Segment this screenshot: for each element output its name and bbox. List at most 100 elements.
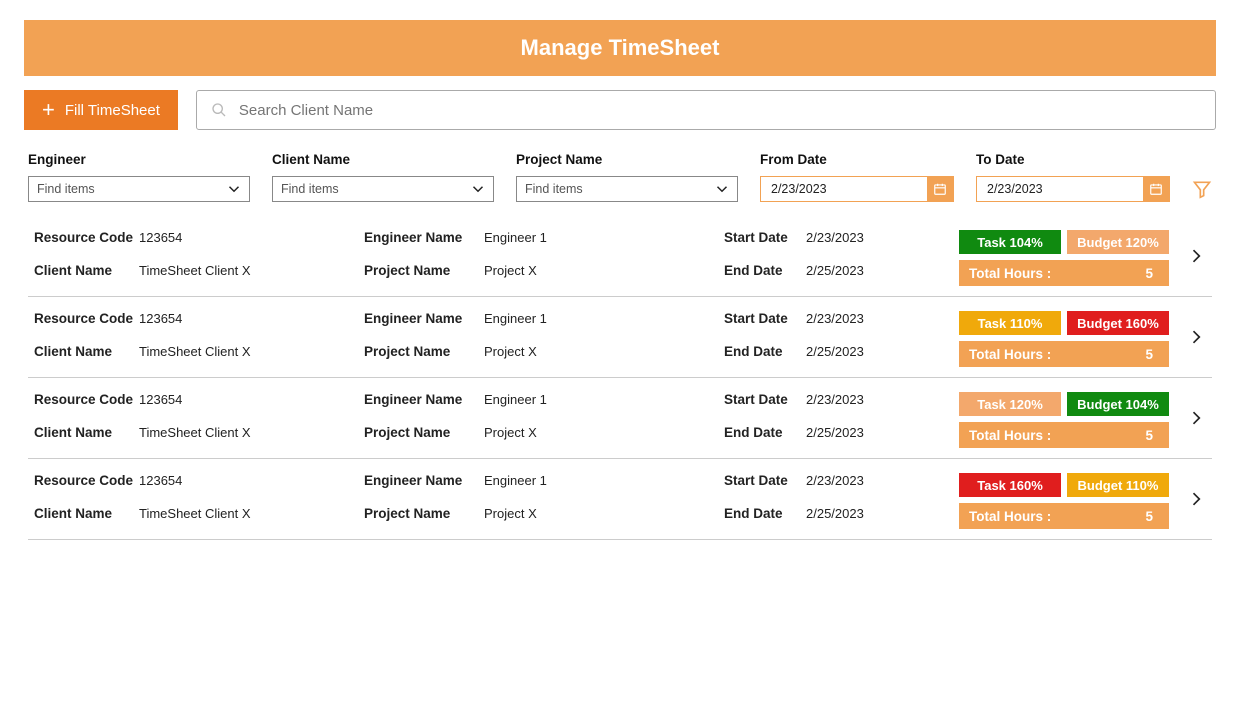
engineer-name-label: Engineer Name: [364, 230, 484, 245]
plus-icon: +: [42, 99, 55, 121]
filter-project: Project Name Find items: [516, 152, 738, 202]
apply-filter-button[interactable]: [1192, 176, 1212, 202]
end-date-value: 2/25/2023: [806, 506, 864, 521]
fill-timesheet-button[interactable]: + Fill TimeSheet: [24, 90, 178, 130]
engineer-name-value: Engineer 1: [484, 473, 547, 488]
end-date-label: End Date: [724, 425, 806, 440]
start-date-label: Start Date: [724, 392, 806, 407]
total-hours-value: 5: [1145, 428, 1153, 443]
row-expand-button[interactable]: [1182, 242, 1210, 275]
combo-placeholder: Find items: [525, 182, 583, 196]
start-date-label: Start Date: [724, 311, 806, 326]
filter-engineer: Engineer Find items: [28, 152, 250, 202]
chevron-right-icon: [1186, 246, 1206, 266]
engineer-name-value: Engineer 1: [484, 230, 547, 245]
chevron-right-icon: [1186, 489, 1206, 509]
total-hours-label: Total Hours :: [969, 266, 1145, 281]
start-date-value: 2/23/2023: [806, 311, 864, 326]
client-name-value: TimeSheet Client X: [139, 506, 251, 521]
task-badge: Task 110%: [959, 311, 1061, 335]
filter-from-label: From Date: [760, 152, 954, 167]
engineer-name-value: Engineer 1: [484, 311, 547, 326]
filter-from-date: From Date 2/23/2023: [760, 152, 954, 202]
task-badge: Task 120%: [959, 392, 1061, 416]
budget-badge: Budget 120%: [1067, 230, 1169, 254]
client-name-value: TimeSheet Client X: [139, 425, 251, 440]
end-date-value: 2/25/2023: [806, 263, 864, 278]
task-badge: Task 160%: [959, 473, 1061, 497]
client-name-value: TimeSheet Client X: [139, 263, 251, 278]
resource-code-label: Resource Code: [34, 473, 139, 488]
chevron-down-icon: [225, 180, 243, 198]
client-name-label: Client Name: [34, 344, 139, 359]
project-name-value: Project X: [484, 506, 537, 521]
to-date-value: 2/23/2023: [977, 182, 1143, 196]
start-date-value: 2/23/2023: [806, 392, 864, 407]
filter-to-label: To Date: [976, 152, 1170, 167]
end-date-value: 2/25/2023: [806, 425, 864, 440]
total-hours-row: Total Hours : 5: [959, 503, 1169, 529]
to-date-picker[interactable]: 2/23/2023: [976, 176, 1170, 202]
chevron-right-icon: [1186, 327, 1206, 347]
row-expand-button[interactable]: [1182, 323, 1210, 356]
timesheet-row: Resource Code 123654 Client Name TimeShe…: [28, 459, 1212, 540]
end-date-value: 2/25/2023: [806, 344, 864, 359]
filter-engineer-label: Engineer: [28, 152, 250, 167]
end-date-label: End Date: [724, 344, 806, 359]
total-hours-label: Total Hours :: [969, 347, 1145, 362]
from-date-picker[interactable]: 2/23/2023: [760, 176, 954, 202]
start-date-value: 2/23/2023: [806, 473, 864, 488]
task-badge: Task 104%: [959, 230, 1061, 254]
row-expand-button[interactable]: [1182, 404, 1210, 437]
total-hours-label: Total Hours :: [969, 509, 1145, 524]
filter-icon: [1192, 179, 1212, 199]
resource-code-value: 123654: [139, 311, 182, 326]
search-box[interactable]: [196, 90, 1216, 130]
timesheet-row: Resource Code 123654 Client Name TimeShe…: [28, 297, 1212, 378]
from-date-value: 2/23/2023: [761, 182, 927, 196]
fill-timesheet-label: Fill TimeSheet: [65, 102, 160, 119]
client-combo[interactable]: Find items: [272, 176, 494, 202]
start-date-label: Start Date: [724, 230, 806, 245]
page-title: Manage TimeSheet: [521, 35, 720, 61]
client-name-label: Client Name: [34, 263, 139, 278]
calendar-icon[interactable]: [927, 176, 953, 202]
total-hours-row: Total Hours : 5: [959, 260, 1169, 286]
project-name-value: Project X: [484, 263, 537, 278]
engineer-name-label: Engineer Name: [364, 473, 484, 488]
engineer-combo[interactable]: Find items: [28, 176, 250, 202]
client-name-value: TimeSheet Client X: [139, 344, 251, 359]
row-expand-button[interactable]: [1182, 485, 1210, 518]
search-input[interactable]: [239, 102, 1201, 119]
total-hours-value: 5: [1145, 347, 1153, 362]
budget-badge: Budget 104%: [1067, 392, 1169, 416]
project-name-value: Project X: [484, 425, 537, 440]
chevron-down-icon: [713, 180, 731, 198]
start-date-label: Start Date: [724, 473, 806, 488]
calendar-icon[interactable]: [1143, 176, 1169, 202]
chevron-down-icon: [469, 180, 487, 198]
project-combo[interactable]: Find items: [516, 176, 738, 202]
project-name-label: Project Name: [364, 344, 484, 359]
resource-code-value: 123654: [139, 230, 182, 245]
budget-badge: Budget 110%: [1067, 473, 1169, 497]
project-name-label: Project Name: [364, 506, 484, 521]
total-hours-label: Total Hours :: [969, 428, 1145, 443]
project-name-label: Project Name: [364, 425, 484, 440]
search-icon: [211, 102, 227, 118]
client-name-label: Client Name: [34, 425, 139, 440]
project-name-value: Project X: [484, 344, 537, 359]
client-name-label: Client Name: [34, 506, 139, 521]
resource-code-value: 123654: [139, 473, 182, 488]
filter-client: Client Name Find items: [272, 152, 494, 202]
resource-code-label: Resource Code: [34, 311, 139, 326]
total-hours-value: 5: [1145, 509, 1153, 524]
timesheet-row: Resource Code 123654 Client Name TimeShe…: [28, 216, 1212, 297]
start-date-value: 2/23/2023: [806, 230, 864, 245]
filter-project-label: Project Name: [516, 152, 738, 167]
filter-client-label: Client Name: [272, 152, 494, 167]
page-header: Manage TimeSheet: [24, 20, 1216, 76]
total-hours-value: 5: [1145, 266, 1153, 281]
chevron-right-icon: [1186, 408, 1206, 428]
engineer-name-value: Engineer 1: [484, 392, 547, 407]
